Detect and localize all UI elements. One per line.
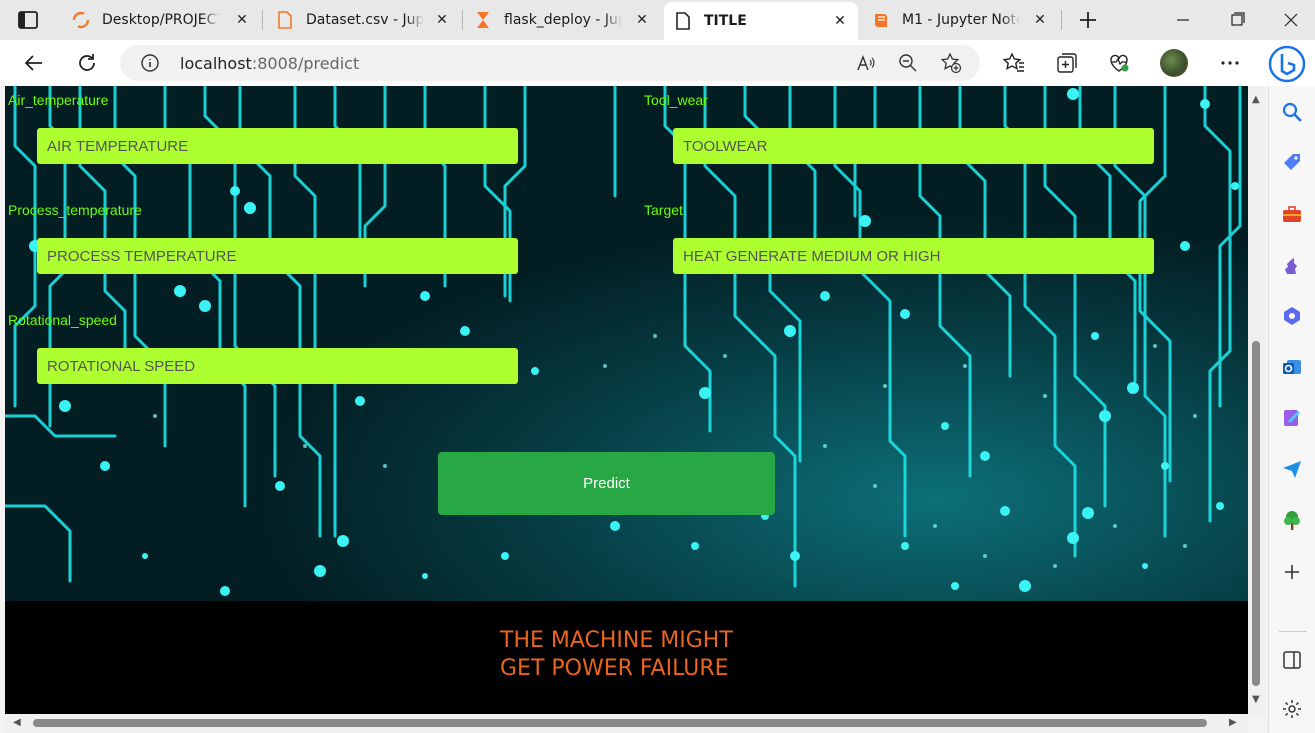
tab-title: M1 - Jupyter Notebook <box>902 12 1020 28</box>
read-aloud-icon[interactable] <box>856 53 876 73</box>
file-icon <box>674 12 692 30</box>
add-favorite-icon[interactable] <box>940 52 962 74</box>
bing-copilot-icon[interactable] <box>1268 45 1306 83</box>
more-options-icon[interactable] <box>1218 51 1242 75</box>
page-viewport: Air_temperature AIR TEMPERATURE Process_… <box>5 86 1248 714</box>
edge-sidebar <box>1268 86 1315 733</box>
designer-icon[interactable] <box>1281 407 1303 429</box>
sidebar-divider <box>1279 631 1307 632</box>
jupyter-icon <box>72 11 90 29</box>
tab-divider <box>462 10 463 30</box>
info-icon[interactable] <box>140 53 160 73</box>
shopping-tag-icon[interactable] <box>1281 152 1303 174</box>
close-icon[interactable]: ✕ <box>832 13 848 29</box>
minimize-icon[interactable] <box>1168 6 1198 34</box>
scroll-left-icon[interactable]: ◀ <box>13 717 21 728</box>
file-icon <box>276 11 294 29</box>
tab-desktop-project[interactable]: Desktop/PROJECT/ ✕ <box>62 3 260 37</box>
back-arrow-icon[interactable] <box>22 51 46 75</box>
rotational-speed-label: Rotational_speed <box>8 312 117 328</box>
scroll-up-icon[interactable]: ▲ <box>1252 94 1260 105</box>
tab-title: flask_deploy - Jupyter <box>504 12 622 28</box>
tab-dataset-csv[interactable]: Dataset.csv - Jupyter ✕ <box>266 3 460 37</box>
tab-divider <box>1061 10 1062 30</box>
new-tab-icon[interactable] <box>1076 8 1100 32</box>
tab-title: TITLE <box>704 13 747 29</box>
air-temperature-label: Air_temperature <box>8 92 109 108</box>
process-temperature-label: Process_temperature <box>8 202 142 218</box>
tab-title-active[interactable]: TITLE ✕ <box>664 2 858 40</box>
restore-icon[interactable] <box>1222 6 1252 34</box>
prediction-result: THE MACHINE MIGHT GET POWER FAILURE <box>500 627 760 683</box>
process-temperature-input[interactable]: PROCESS TEMPERATURE <box>37 238 518 274</box>
tool-wear-input[interactable]: TOOLWEAR <box>673 128 1154 164</box>
air-temperature-input[interactable]: AIR TEMPERATURE <box>37 128 518 164</box>
address-bar[interactable]: localhost:8008/predict <box>120 45 980 81</box>
tab-divider <box>262 10 263 30</box>
profile-avatar[interactable] <box>1160 49 1188 77</box>
tree-icon[interactable] <box>1281 509 1303 531</box>
tools-icon[interactable] <box>1281 203 1303 225</box>
tab-title: Dataset.csv - Jupyter <box>306 12 424 28</box>
games-icon[interactable] <box>1281 254 1303 276</box>
search-icon[interactable] <box>1281 101 1303 123</box>
settings-gear-icon[interactable] <box>1281 698 1303 720</box>
tab-flask-deploy[interactable]: flask_deploy - Jupyter ✕ <box>464 3 660 37</box>
tab-title: Desktop/PROJECT/ <box>102 12 220 28</box>
refresh-icon[interactable] <box>75 51 99 75</box>
horizontal-scroll-thumb[interactable] <box>33 719 1207 727</box>
target-label: Target <box>644 202 683 218</box>
scroll-right-icon[interactable]: ▶ <box>1229 717 1237 728</box>
close-icon[interactable]: ✕ <box>434 12 450 28</box>
favorites-icon[interactable] <box>1002 51 1026 75</box>
hourglass-icon <box>474 11 492 29</box>
result-line-2: GET POWER FAILURE <box>500 656 729 681</box>
window-close-icon[interactable] <box>1276 6 1306 34</box>
result-line-1: THE MACHINE MIGHT <box>500 628 733 653</box>
notebook-icon <box>872 11 890 29</box>
close-icon[interactable]: ✕ <box>1032 12 1048 28</box>
send-icon[interactable] <box>1281 458 1303 480</box>
add-sidebar-app-icon[interactable] <box>1281 561 1303 583</box>
target-input[interactable]: HEAT GENERATE MEDIUM OR HIGH <box>673 238 1154 274</box>
browser-essentials-icon[interactable] <box>1107 51 1131 75</box>
vertical-scroll-thumb[interactable] <box>1252 341 1260 686</box>
result-panel: THE MACHINE MIGHT GET POWER FAILURE <box>5 601 1248 714</box>
tab-actions-icon[interactable] <box>16 8 40 32</box>
hide-sidebar-icon[interactable] <box>1281 649 1303 671</box>
microsoft-365-icon[interactable] <box>1281 305 1303 327</box>
url-host: localhost <box>180 54 252 73</box>
tool-wear-label: Tool_wear <box>644 92 708 108</box>
close-icon[interactable]: ✕ <box>234 12 250 28</box>
vertical-scrollbar[interactable]: ▲ ▼ <box>1248 86 1266 714</box>
scroll-down-icon[interactable]: ▼ <box>1252 694 1260 705</box>
zoom-out-icon[interactable] <box>898 53 918 73</box>
url-path: :8008/predict <box>251 54 360 73</box>
predict-button[interactable]: Predict <box>438 452 775 515</box>
tab-strip: Desktop/PROJECT/ ✕ Dataset.csv - Jupyter… <box>0 0 1315 40</box>
close-icon[interactable]: ✕ <box>634 12 650 28</box>
url-text: localhost:8008/predict <box>180 54 359 73</box>
collections-icon[interactable] <box>1055 51 1079 75</box>
rotational-speed-input[interactable]: ROTATIONAL SPEED <box>37 348 518 384</box>
navigation-bar: localhost:8008/predict <box>0 40 1315 86</box>
horizontal-scrollbar[interactable]: ◀ ▶ <box>5 714 1248 733</box>
outlook-icon[interactable] <box>1281 356 1303 378</box>
tab-m1-notebook[interactable]: M1 - Jupyter Notebook ✕ <box>862 3 1058 37</box>
